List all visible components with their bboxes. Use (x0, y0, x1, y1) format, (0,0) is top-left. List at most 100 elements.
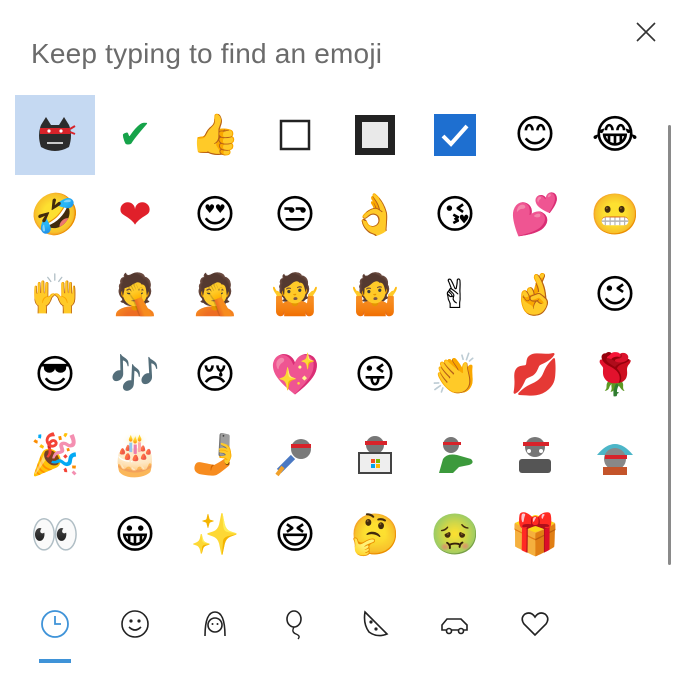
ninja-cat-dinosaur-icon (431, 431, 479, 479)
emoji-cell[interactable] (415, 415, 495, 495)
winking-tongue-face-icon: 😜 (354, 352, 396, 398)
emoji-cell[interactable]: 😀 (95, 495, 175, 575)
crying-face-icon: 😢 (194, 352, 236, 398)
tab-pizza[interactable] (335, 596, 415, 656)
emoji-cell[interactable]: 🙌 (15, 255, 95, 335)
emoji-cell[interactable]: 😘 (415, 175, 495, 255)
ninja-cat-laptop-icon (351, 431, 399, 479)
emoji-cell[interactable]: ✨ (175, 495, 255, 575)
emoji-cell[interactable]: 💋 (495, 335, 575, 415)
emoji-cell[interactable] (335, 95, 415, 175)
tears-of-joy-icon: 😂 (591, 112, 639, 158)
thumbs-up-icon: 👍 (190, 112, 240, 158)
recent-clock-icon (39, 608, 71, 644)
emoji-cell[interactable]: 🎁 (495, 495, 575, 575)
pizza-icon (359, 608, 391, 644)
tab-balloon[interactable] (255, 596, 335, 656)
winking-face-icon: 😉 (594, 272, 636, 318)
emoji-cell[interactable]: 👌 (335, 175, 415, 255)
raising-hands-icon: 🙌 (30, 272, 80, 318)
emoji-cell[interactable]: 😢 (175, 335, 255, 415)
emoji-cell[interactable]: 🤔 (335, 495, 415, 575)
emoji-cell[interactable]: 🤷 (335, 255, 415, 335)
emoji-cell[interactable] (255, 415, 335, 495)
tab-smiley-face[interactable] (95, 596, 175, 656)
two-hearts-icon: 💕 (510, 192, 560, 238)
face-blowing-kiss-icon: 😘 (434, 192, 476, 238)
heart-eyes-icon: 😍 (194, 192, 236, 238)
emoji-cell[interactable]: 🤳 (175, 415, 255, 495)
emoji-cell[interactable]: 😎 (15, 335, 95, 415)
emoji-cell[interactable] (575, 415, 655, 495)
clapping-hands-icon: 👏 (430, 352, 480, 398)
rolling-on-floor-laughing-icon: 🤣 (30, 192, 80, 238)
grimacing-face-icon: 😬 (590, 192, 640, 238)
white-square-button-icon (271, 111, 319, 159)
emoji-cell[interactable]: 😉 (575, 255, 655, 335)
emoji-cell[interactable]: 😬 (575, 175, 655, 255)
eyes-icon: 👀 (30, 512, 80, 558)
emoji-cell[interactable]: ❤ (95, 175, 175, 255)
black-square-button-icon (351, 111, 399, 159)
emoji-cell[interactable]: 😜 (335, 335, 415, 415)
emoji-cell[interactable]: 💕 (495, 175, 575, 255)
emoji-cell[interactable]: ✔ (95, 95, 175, 175)
emoji-cell[interactable]: 😂 (575, 95, 655, 175)
emoji-cell[interactable]: ✌ (415, 255, 495, 335)
emoji-cell[interactable]: 🤷 (255, 255, 335, 335)
woman-facepalming-icon: 🤦 (110, 272, 160, 318)
rose-icon: 🌹 (590, 352, 640, 398)
emoji-cell[interactable]: 🤞 (495, 255, 575, 335)
emoji-cell[interactable]: 👏 (415, 335, 495, 415)
emoji-cell[interactable] (415, 95, 495, 175)
car-icon (439, 608, 471, 644)
emoji-cell[interactable] (15, 95, 95, 175)
woman-shrugging-icon: 🤷 (270, 272, 320, 318)
check-box-icon (431, 111, 479, 159)
smiling-face-icon: 😊 (514, 112, 556, 158)
emoji-cell[interactable]: 🎂 (95, 415, 175, 495)
emoji-cell[interactable]: 😍 (175, 175, 255, 255)
search-hint-text[interactable]: Keep typing to find an emoji (31, 38, 382, 70)
emoji-cell[interactable]: 😒 (255, 175, 335, 255)
emoji-cell[interactable] (495, 415, 575, 495)
emoji-cell[interactable]: 🎶 (95, 335, 175, 415)
emoji-cell[interactable]: 🌹 (575, 335, 655, 415)
emoji-cell[interactable]: 🤣 (15, 175, 95, 255)
tab-recent-clock[interactable] (15, 596, 95, 663)
emoji-cell[interactable]: 🤢 (415, 495, 495, 575)
selfie-icon: 🤳 (190, 432, 240, 478)
scrollbar[interactable] (668, 125, 671, 565)
sparkling-heart-icon: 💖 (270, 352, 320, 398)
grinning-face-icon: 😀 (114, 512, 156, 558)
red-heart-icon: ❤ (118, 192, 152, 238)
musical-notes-icon: 🎶 (110, 352, 160, 398)
smiley-face-icon (119, 608, 151, 644)
sunglasses-face-icon: 😎 (34, 352, 76, 398)
category-tabs (15, 596, 655, 666)
emoji-cell[interactable]: 😆 (255, 495, 335, 575)
emoji-cell[interactable]: 🎉 (15, 415, 95, 495)
birthday-cake-icon: 🎂 (110, 432, 160, 478)
unamused-face-icon: 😒 (274, 192, 316, 238)
tab-heart[interactable] (495, 596, 575, 656)
emoji-cell[interactable]: 🤦 (175, 255, 255, 335)
emoji-cell[interactable]: 🤦 (95, 255, 175, 335)
tab-person[interactable] (175, 596, 255, 656)
active-tab-indicator (39, 659, 71, 663)
party-popper-icon: 🎉 (30, 432, 80, 478)
squinting-laughing-face-icon: 😆 (274, 512, 316, 558)
emoji-cell[interactable] (335, 415, 415, 495)
emoji-cell[interactable] (255, 95, 335, 175)
close-icon (636, 22, 656, 42)
sparkles-icon: ✨ (190, 512, 240, 558)
close-button[interactable] (628, 14, 664, 50)
emoji-cell[interactable]: 💖 (255, 335, 335, 415)
tab-car[interactable] (415, 596, 495, 656)
emoji-cell[interactable]: 👍 (175, 95, 255, 175)
emoji-cell[interactable]: 😊 (495, 95, 575, 175)
nauseated-face-icon: 🤢 (430, 512, 480, 558)
emoji-cell[interactable]: 👀 (15, 495, 95, 575)
kiss-mark-icon: 💋 (510, 352, 560, 398)
ok-hand-icon: 👌 (350, 192, 400, 238)
